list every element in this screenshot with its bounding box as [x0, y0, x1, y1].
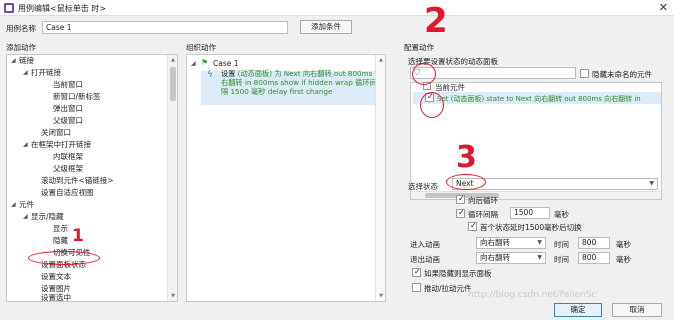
title-bar: 用例编辑<鼠标单击 时> ✕: [0, 0, 674, 16]
annotation-number-3: 3: [456, 140, 477, 175]
horizontal-scrollbar[interactable]: [411, 191, 661, 199]
enter-anim-dropdown[interactable]: 向右翻转 ▼: [476, 237, 546, 249]
enter-anim-label: 进入动画: [410, 240, 440, 249]
first-delay-checkbox[interactable]: [468, 221, 477, 231]
enter-anim-value: 向右翻转: [480, 238, 510, 247]
scroll-thumb[interactable]: [170, 67, 176, 101]
scroll-up-icon[interactable]: ▲: [377, 57, 385, 63]
annotation-circle-1: [28, 251, 100, 265]
window-title: 用例编辑<鼠标单击 时>: [18, 4, 106, 13]
configure-action-heading: 配置动作: [404, 43, 434, 52]
tree-item-popup-window[interactable]: 弹出窗口: [53, 104, 83, 114]
tree-item-new-window[interactable]: 新窗口/新标签: [53, 92, 101, 102]
select-state-label: 选择状态: [408, 182, 438, 191]
exit-anim-dropdown[interactable]: 向右翻转 ▼: [476, 252, 546, 264]
tree-item-widgets[interactable]: 元件: [19, 200, 34, 210]
tree-item-show-hide[interactable]: 显示/隐藏: [31, 212, 64, 222]
first-delay-label: 首个状态延时1500毫秒后切换: [480, 223, 582, 232]
add-condition-button[interactable]: 添加条件: [300, 20, 352, 34]
collapse-triangle-icon[interactable]: ◢: [23, 141, 28, 148]
case-name-input[interactable]: Case 1: [42, 21, 288, 34]
case-label: Case 1: [213, 59, 239, 68]
push-pull-checkbox[interactable]: [412, 283, 421, 292]
wrap-checkbox[interactable]: [456, 194, 465, 204]
panel-row-text: Set (动态面板) state to Next 向右翻转 out 800ms …: [437, 95, 641, 103]
tree-item-adaptive-view[interactable]: 设置自适应视图: [41, 188, 94, 198]
lightning-icon: ϟ: [207, 70, 213, 80]
tree-item-inline-frame[interactable]: 内联框架: [53, 152, 83, 162]
close-icon[interactable]: ✕: [659, 1, 668, 14]
repeat-checkbox[interactable]: [456, 208, 465, 218]
scroll-down-icon[interactable]: ▼: [377, 293, 385, 299]
collapse-triangle-icon[interactable]: ◢: [11, 57, 16, 64]
cancel-button[interactable]: 取消: [612, 303, 662, 317]
panel-list-row[interactable]: Set (动态面板) state to Next 向右翻转 out 800ms …: [413, 92, 661, 104]
wrap-label: 向后循环: [468, 196, 498, 205]
push-pull-label: 推动/拉动元件: [424, 284, 472, 293]
chevron-down-icon: ▼: [537, 254, 542, 261]
hide-unnamed-label: 隐藏未命名的元件: [592, 70, 652, 79]
organize-action-heading: 组织动作: [186, 43, 216, 52]
action-description: 设置 (动态面板) 为 Next 向右翻转 out 800ms 向右翻转 in …: [221, 69, 382, 96]
repeat-interval-input[interactable]: 1500: [510, 207, 550, 219]
configure-action-panel: 选择要设置状态的动态面板 ⛉ 隐藏未命名的元件 当前元件 Set (动态面板) …: [404, 54, 666, 298]
tree-item-hide[interactable]: 隐藏: [53, 236, 68, 246]
tree-item-link[interactable]: 链接: [19, 56, 34, 66]
enter-ms-unit: 毫秒: [616, 240, 631, 249]
tree-item-set-text[interactable]: 设置文本: [41, 272, 71, 282]
scroll-down-icon[interactable]: ▼: [169, 293, 177, 299]
chevron-down-icon: ▼: [649, 180, 654, 187]
annotation-number-2: 2: [424, 1, 448, 41]
exit-time-input[interactable]: 800: [578, 252, 610, 264]
exit-ms-unit: 毫秒: [616, 255, 631, 264]
ms-unit: 毫秒: [554, 210, 569, 219]
tree-item-set-selected[interactable]: 设置选中: [41, 293, 71, 303]
organize-action-panel: ◢ ⚑ Case 1 ϟ 设置 (动态面板) 为 Next 向右翻转 out 8…: [186, 54, 386, 302]
watermark: http://blog.csdn.net/FallenSc: [468, 290, 597, 300]
tree-item-close-window[interactable]: 关闭窗口: [41, 128, 71, 138]
collapse-triangle-icon[interactable]: ◢: [23, 69, 28, 76]
tree-item-open-in-frame[interactable]: 在框架中打开链接: [31, 140, 91, 150]
collapse-triangle-icon[interactable]: ◢: [191, 60, 196, 67]
case-icon: ⚑: [201, 58, 209, 67]
collapse-triangle-icon[interactable]: ◢: [23, 213, 28, 220]
annotation-number-1: 1: [72, 226, 84, 246]
middle-scrollbar[interactable]: ▲ ▼: [375, 55, 385, 301]
case-name-label: 用例名称: [6, 24, 36, 33]
annotation-circle-2a: [412, 63, 436, 85]
add-action-tree: ◢ 链接 ◢ 打开链接 当前窗口 新窗口/新标签 弹出窗口 父级窗口 关闭窗口 …: [6, 54, 178, 302]
tree-item-parent-window[interactable]: 父级窗口: [53, 116, 83, 126]
left-scrollbar[interactable]: ▲ ▼: [167, 55, 177, 301]
enter-time-input[interactable]: 800: [578, 237, 610, 249]
exit-anim-value: 向右翻转: [480, 253, 510, 262]
enter-time-label: 时间: [554, 240, 569, 249]
ok-button[interactable]: 确定: [554, 303, 602, 317]
app-icon: [4, 3, 14, 13]
exit-anim-label: 退出动画: [410, 255, 440, 264]
repeat-label: 循环间隔: [468, 210, 498, 219]
tree-item-scroll-to-anchor[interactable]: 滚动到元件<锚链接>: [41, 176, 114, 186]
tree-item-current-window[interactable]: 当前窗口: [53, 80, 83, 90]
show-if-hidden-checkbox[interactable]: [412, 267, 421, 277]
annotation-circle-2b: [420, 92, 444, 118]
show-if-hidden-label: 如果隐藏则显示面板: [424, 269, 492, 278]
add-action-heading: 添加动作: [6, 43, 36, 52]
tree-item-parent-frame[interactable]: 父级框架: [53, 164, 83, 174]
hide-unnamed-checkbox[interactable]: [580, 69, 589, 78]
collapse-triangle-icon[interactable]: ◢: [11, 201, 16, 208]
annotation-circle-3: [446, 174, 486, 190]
exit-time-label: 时间: [554, 255, 569, 264]
tree-item-show[interactable]: 显示: [53, 224, 68, 234]
scroll-up-icon[interactable]: ▲: [169, 57, 177, 63]
chevron-down-icon: ▼: [537, 239, 542, 246]
tree-item-open-link[interactable]: 打开链接: [31, 68, 61, 78]
